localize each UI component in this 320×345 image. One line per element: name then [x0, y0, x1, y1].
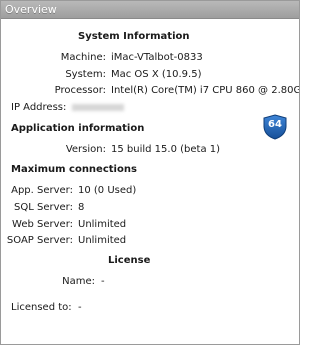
- version-row: Version: 15 build 15.0 (beta 1): [1, 144, 299, 157]
- application-info-heading: Application information: [11, 123, 145, 134]
- app-server-value: 10 (0 Used): [78, 185, 137, 196]
- sql-server-value: 8: [78, 202, 85, 213]
- processor-value: Intel(R) Core(TM) i7 CPU 860 @ 2.80G: [111, 85, 300, 96]
- ip-address-value-redacted: [72, 102, 124, 113]
- license-name-row: Name: -: [1, 276, 299, 289]
- system-info-heading: System Information: [78, 31, 190, 42]
- machine-value: iMac-VTalbot-0833: [111, 52, 203, 63]
- web-server-value: Unlimited: [78, 219, 127, 230]
- overview-window: Overview System Information Machine: iMa…: [0, 0, 300, 345]
- license-name-value: -: [101, 276, 105, 287]
- app-server-row: App. Server: 10 (0 Used): [1, 185, 299, 198]
- soap-server-row: SOAP Server: Unlimited: [1, 235, 299, 248]
- processor-row: Processor: Intel(R) Core(TM) i7 CPU 860 …: [1, 85, 299, 98]
- license-name-label: Name:: [62, 276, 95, 287]
- overview-content: System Information Machine: iMac-VTalbot…: [1, 19, 299, 344]
- web-server-row: Web Server: Unlimited: [1, 219, 299, 232]
- licensed-to-value: -: [78, 302, 82, 313]
- licensed-to-row: Licensed to: -: [1, 302, 299, 315]
- sql-server-row: SQL Server: 8: [1, 202, 299, 215]
- ip-address-label: IP Address:: [11, 102, 67, 113]
- system-value: Mac OS X (10.9.5): [111, 69, 202, 80]
- soap-server-label: SOAP Server:: [6, 235, 73, 246]
- soap-server-value: Unlimited: [78, 235, 127, 246]
- ip-address-row: IP Address:: [1, 102, 299, 115]
- sql-server-label: SQL Server:: [14, 202, 73, 213]
- 64-bit-shield-icon: 64: [263, 114, 287, 140]
- machine-label: Machine:: [60, 52, 106, 63]
- window-title: Overview: [1, 1, 299, 19]
- machine-row: Machine: iMac-VTalbot-0833: [1, 52, 299, 65]
- maximum-connections-heading: Maximum connections: [11, 164, 137, 175]
- 64-bit-badge-text: 64: [268, 119, 282, 130]
- version-label: Version:: [65, 144, 106, 155]
- version-value: 15 build 15.0 (beta 1): [111, 144, 221, 155]
- system-row: System: Mac OS X (10.9.5): [1, 69, 299, 82]
- web-server-label: Web Server:: [12, 219, 73, 230]
- app-server-label: App. Server:: [11, 185, 73, 196]
- licensed-to-label: Licensed to:: [11, 302, 72, 313]
- processor-label: Processor:: [54, 85, 106, 96]
- license-heading: License: [108, 255, 151, 266]
- system-label: System:: [65, 69, 106, 80]
